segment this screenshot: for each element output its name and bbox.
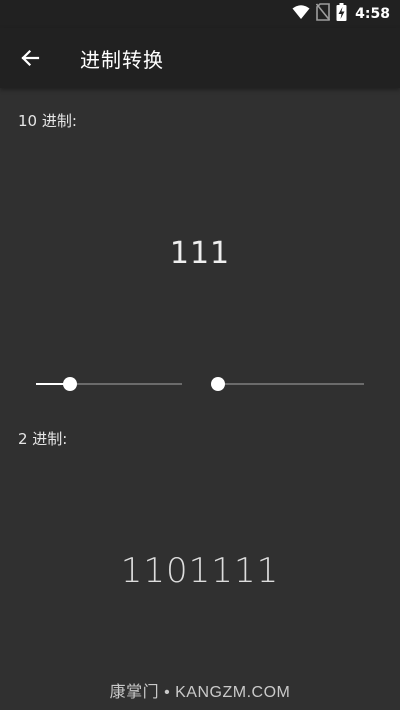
decimal-label: 10 进制: — [18, 112, 77, 130]
wifi-icon — [292, 4, 310, 24]
binary-value[interactable]: 1101111 — [0, 551, 400, 591]
slider-right-thumb[interactable] — [211, 377, 225, 391]
slider-right-track — [218, 383, 364, 385]
back-button[interactable] — [14, 42, 46, 74]
slider-left[interactable] — [36, 376, 182, 392]
no-sim-icon — [316, 3, 331, 25]
slider-right[interactable] — [211, 376, 364, 392]
decimal-value[interactable]: 111 — [0, 236, 400, 271]
slider-left-thumb[interactable] — [62, 377, 77, 391]
watermark: 康掌门 • KANGZM.COM — [109, 684, 291, 701]
binary-label: 2 进制: — [18, 430, 68, 448]
status-time: 4:58 — [355, 6, 390, 22]
status-icons: 4:58 — [292, 3, 390, 25]
battery-charging-icon — [336, 3, 347, 25]
page-title: 进制转换 — [80, 48, 164, 72]
status-bar: 4:58 — [0, 0, 400, 28]
app-bar: 进制转换 — [0, 28, 400, 88]
arrow-left-icon — [21, 49, 40, 67]
